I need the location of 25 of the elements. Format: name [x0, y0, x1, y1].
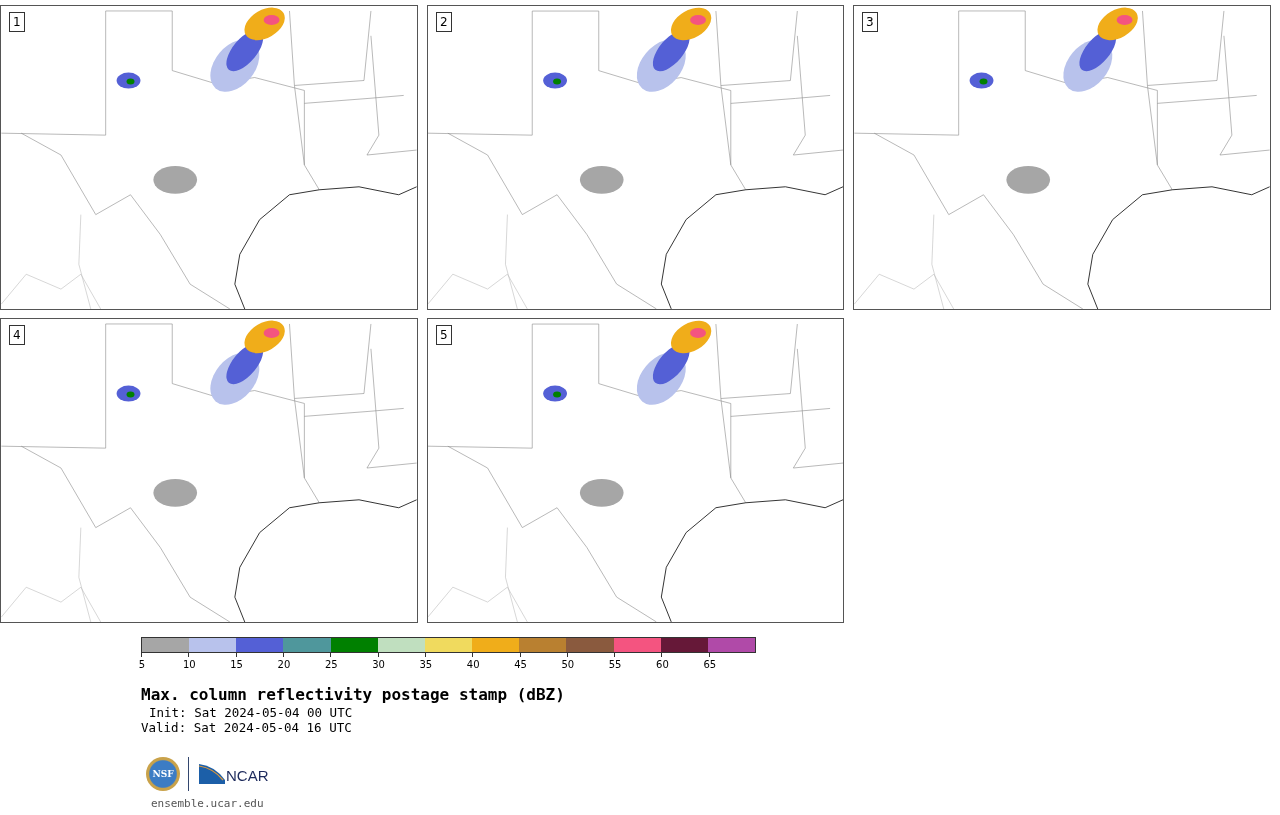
tick-label: 30 — [372, 659, 385, 670]
panel-number: 1 — [9, 12, 25, 32]
panel-number: 3 — [862, 12, 878, 32]
tick-label: 50 — [561, 659, 575, 670]
valid-time: Valid: Sat 2024-05-04 16 UTC — [141, 720, 353, 735]
tick-label: 35 — [419, 659, 433, 670]
tick-label: 20 — [277, 659, 291, 670]
tick-label: 60 — [656, 659, 669, 670]
tick-label: 55 — [608, 659, 622, 670]
panel-number: 2 — [436, 12, 452, 32]
site-url: ensemble.ucar.edu — [151, 797, 265, 810]
tick-label: 45 — [514, 659, 527, 670]
tick-label: 5 — [138, 659, 146, 670]
tick-label: 10 — [182, 659, 196, 670]
panel-number: 5 — [436, 325, 452, 345]
chart-title: Max. column reflectivity postage stamp (dBZ) — [141, 685, 566, 705]
init-time: Init: Sat 2024-05-04 00 UTC — [148, 705, 354, 720]
tick-label: 25 — [324, 659, 338, 670]
seal-logo: NSF — [146, 757, 180, 791]
tick-label: 40 — [466, 659, 480, 670]
tick-label: 65 — [703, 659, 717, 670]
swoosh-icon — [199, 764, 225, 784]
tick-label: 15 — [230, 659, 243, 670]
logo-text: NCAR — [226, 768, 269, 784]
panel-number: 4 — [9, 325, 25, 345]
